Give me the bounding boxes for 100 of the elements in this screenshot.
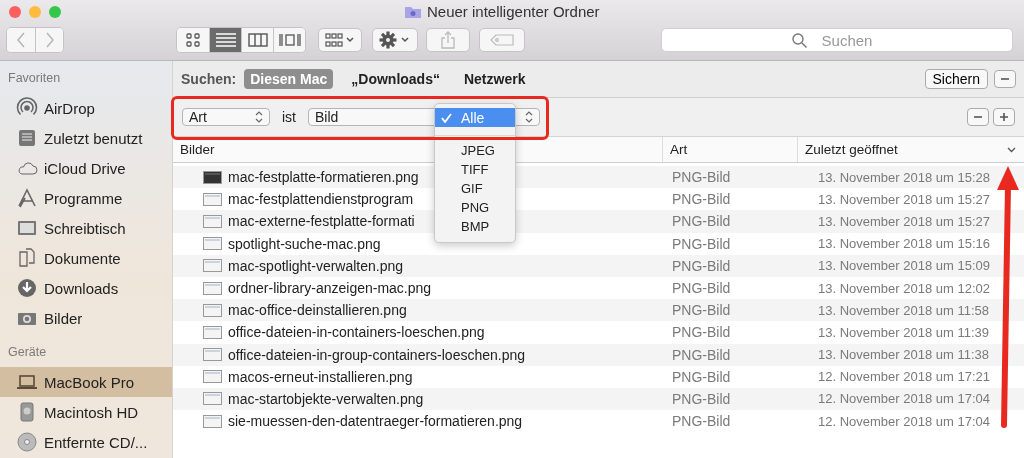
arrange-button[interactable] xyxy=(318,28,362,52)
column-header[interactable]: Zuletzt geöffnet xyxy=(805,142,898,157)
image-file-icon xyxy=(203,414,222,428)
file-name: mac-office-deinstallieren.png xyxy=(228,302,407,319)
search-icon xyxy=(792,33,807,48)
menu-item[interactable]: BMP xyxy=(435,217,515,236)
sidebar-item[interactable]: Schreibtisch xyxy=(0,213,172,243)
file-kind: PNG-Bild xyxy=(672,413,731,430)
image-file-icon xyxy=(203,348,222,362)
menu-item[interactable]: PNG xyxy=(435,198,515,217)
sidebar-item[interactable]: Bilder xyxy=(0,303,172,333)
file-date: 13. November 2018 um 15:28 xyxy=(818,169,990,185)
file-name: mac-startobjekte-verwalten.png xyxy=(228,390,424,407)
columns-icon xyxy=(247,33,268,47)
image-file-icon xyxy=(203,237,222,251)
file-date: 13. November 2018 um 11:38 xyxy=(818,347,990,363)
operator-label: ist xyxy=(282,109,296,125)
sidebar-item[interactable]: Downloads xyxy=(0,273,172,303)
sidebar-section-title: Geräte xyxy=(7,345,48,361)
file-date: 12. November 2018 um 17:04 xyxy=(818,413,990,429)
sidebar-section-title: Favoriten xyxy=(7,71,62,87)
menu-item[interactable]: TIFF xyxy=(435,160,515,179)
file-kind: PNG-Bild xyxy=(672,257,731,274)
file-date: 13. November 2018 um 15:27 xyxy=(818,191,990,207)
file-kind: PNG-Bild xyxy=(672,390,731,407)
window-title: Neuer intelligenter Ordner xyxy=(427,3,600,20)
file-kind: PNG-Bild xyxy=(672,346,731,363)
file-name: mac-festplatte-formatieren.png xyxy=(228,169,419,186)
search-scope-button[interactable]: Netzwerk xyxy=(457,69,532,89)
view-mode-button[interactable] xyxy=(273,28,305,52)
file-kind: PNG-Bild xyxy=(672,213,731,230)
remove-button[interactable] xyxy=(994,70,1016,88)
grid-menu-icon xyxy=(325,33,355,47)
search-scope-button[interactable]: „Downloads“ xyxy=(345,69,446,89)
gallery-icon xyxy=(278,33,301,47)
file-kind: PNG-Bild xyxy=(672,280,731,297)
file-date: 13. November 2018 um 15:16 xyxy=(818,236,990,252)
tag-icon xyxy=(490,34,514,46)
up-down-arrows-icon xyxy=(255,111,263,123)
image-file-icon xyxy=(203,303,222,317)
file-kind: PNG-Bild xyxy=(672,191,731,208)
documents-icon xyxy=(16,247,38,269)
search-field[interactable]: Suchen xyxy=(661,28,1013,52)
grid-icon xyxy=(186,33,200,47)
plus-icon xyxy=(999,112,1009,122)
menu-item[interactable]: JPEG xyxy=(435,141,515,160)
file-kind: PNG-Bild xyxy=(672,324,731,341)
list-icon xyxy=(215,33,236,47)
view-mode-button[interactable] xyxy=(209,28,241,52)
gear-icon xyxy=(379,31,411,49)
up-down-arrows-icon xyxy=(525,111,533,123)
file-name: mac-festplattendienstprogram xyxy=(228,191,414,208)
column-header[interactable]: Bilder xyxy=(180,142,215,157)
sidebar-item[interactable]: Entfernte CD/... xyxy=(0,427,172,457)
file-date: 12. November 2018 um 17:21 xyxy=(818,369,990,385)
smart-folder-icon xyxy=(404,4,422,19)
view-mode-control[interactable] xyxy=(176,27,306,53)
sidebar-item[interactable]: MacBook Pro xyxy=(0,367,172,397)
tray-icon xyxy=(16,127,38,149)
file-name: sie-muessen-den-datentraeger-formatieren.png xyxy=(228,413,523,430)
checkmark-icon xyxy=(441,112,452,123)
file-name: mac-externe-festplatte-formati xyxy=(228,213,415,230)
file-date: 13. November 2018 um 15:27 xyxy=(818,213,990,229)
chevron-right-icon xyxy=(44,32,55,48)
file-name: office-dateien-in-containers-loeschen.png xyxy=(228,324,485,341)
file-date: 13. November 2018 um 15:09 xyxy=(818,258,990,274)
compass-icon xyxy=(16,187,38,209)
add-rule-button[interactable] xyxy=(993,108,1015,126)
share-icon xyxy=(441,31,455,49)
file-name: office-dateien-in-group-containers-loeschen.png xyxy=(228,346,526,363)
image-file-icon xyxy=(203,370,222,384)
column-header[interactable]: Art xyxy=(670,142,688,157)
settings-button[interactable] xyxy=(372,28,418,52)
file-name: ordner-library-anzeigen-mac.png xyxy=(228,280,432,297)
file-kind: PNG-Bild xyxy=(672,302,731,319)
image-file-icon xyxy=(203,281,222,295)
file-kind: PNG-Bild xyxy=(672,235,731,252)
file-kind: PNG-Bild xyxy=(672,169,731,186)
image-file-icon xyxy=(203,325,222,339)
file-date: 12. November 2018 um 17:04 xyxy=(818,391,990,407)
download-icon xyxy=(16,277,38,299)
sidebar-item[interactable]: Programme xyxy=(0,183,172,213)
sort-chevron-icon xyxy=(1007,147,1016,153)
attribute-select[interactable]: Art xyxy=(182,108,270,126)
file-date: 13. November 2018 um 11:58 xyxy=(818,302,990,318)
menu-item[interactable]: GIF xyxy=(435,179,515,198)
sidebar-item[interactable]: Dokumente xyxy=(0,243,172,273)
save-button[interactable]: Sichern xyxy=(924,69,988,89)
image-file-icon xyxy=(203,170,222,184)
image-file-icon xyxy=(203,259,222,273)
sidebar-item[interactable]: AirDrop xyxy=(0,93,172,123)
file-name: spotlight-suche-mac.png xyxy=(228,235,381,252)
image-file-icon xyxy=(203,214,222,228)
sidebar-item[interactable]: iCloud Drive xyxy=(0,153,172,183)
sidebar-item[interactable]: Zuletzt benutzt xyxy=(0,123,172,153)
sidebar-item[interactable]: Macintosh HD xyxy=(0,397,172,427)
file-date: 13. November 2018 um 12:02 xyxy=(818,280,990,296)
image-file-icon xyxy=(203,392,222,406)
remove-rule-button[interactable] xyxy=(967,108,989,126)
file-kind: PNG-Bild xyxy=(672,368,731,385)
